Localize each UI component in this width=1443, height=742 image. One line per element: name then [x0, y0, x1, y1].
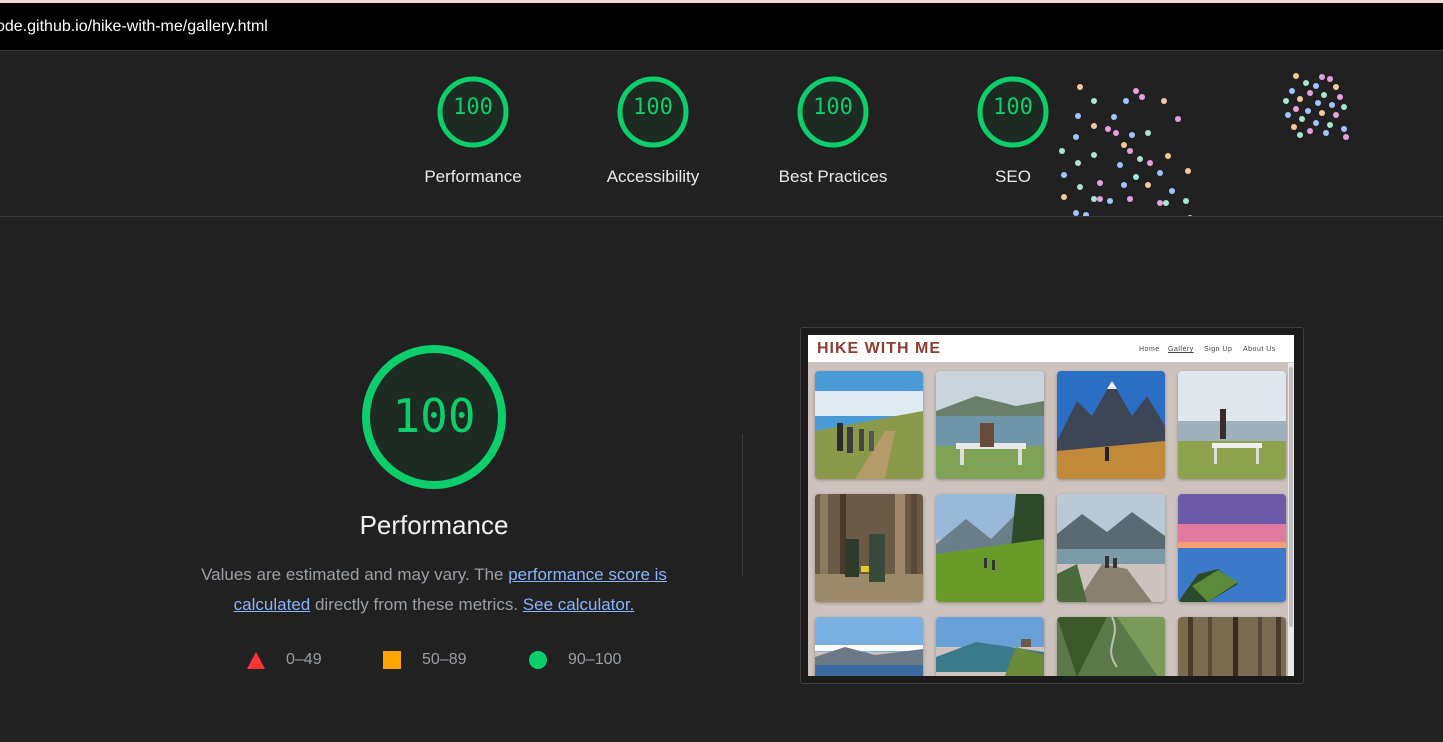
final-screenshot[interactable]: HIKE WITH ME Home Gallery Sign Up About … — [800, 327, 1304, 684]
legend-fail: 0–49 — [246, 648, 346, 672]
main-gauge-title: Performance — [359, 510, 509, 540]
gallery-photo — [1178, 371, 1286, 479]
gallery-photo — [936, 494, 1044, 602]
confetti-burst-left — [1059, 84, 1193, 216]
description-text: directly from these metrics. — [310, 595, 523, 614]
site-nav-home: Home — [1139, 346, 1160, 353]
section-divider — [742, 434, 743, 576]
address-bar[interactable]: ode.github.io/hike-with-me/gallery.html — [0, 3, 1443, 51]
gallery-photo — [1178, 617, 1286, 676]
site-nav-gallery: Gallery — [1168, 346, 1194, 353]
legend-range: 50–89 — [422, 651, 467, 668]
metrics-description: Values are estimated and may vary. The p… — [164, 560, 704, 620]
gallery-photo — [815, 617, 923, 676]
site-nav-about: About Us — [1243, 346, 1276, 353]
gallery-photo — [936, 371, 1044, 479]
screenshot-scrollbar — [1288, 363, 1294, 676]
gallery-photo — [1057, 371, 1165, 479]
site-header: HIKE WITH ME Home Gallery Sign Up About … — [808, 335, 1294, 363]
legend-pass: 90–100 — [528, 648, 648, 672]
scrollbar-thumb — [1289, 367, 1293, 627]
confetti-decoration — [1059, 73, 1349, 216]
main-performance-gauge: 100 — [334, 343, 534, 493]
gallery-photo — [815, 371, 923, 479]
category-scores-row: 100 Performance 100 Accessibility 100 Be… — [0, 51, 1443, 217]
gallery-photo — [1057, 494, 1165, 602]
see-calculator-link[interactable]: See calculator. — [523, 595, 635, 614]
gallery-photo — [1057, 617, 1165, 676]
legend-range: 0–49 — [286, 651, 322, 668]
description-text: Values are estimated and may vary. The — [201, 565, 509, 584]
main-gauge-score: 100 — [392, 389, 476, 443]
site-nav-signup: Sign Up — [1204, 346, 1233, 353]
address-bar-url[interactable]: ode.github.io/hike-with-me/gallery.html — [0, 18, 268, 36]
gallery-photo — [936, 617, 1044, 676]
gallery-photo — [1178, 494, 1286, 602]
site-title: HIKE WITH ME — [817, 340, 941, 357]
confetti-burst-right — [1283, 73, 1349, 140]
legend-range: 90–100 — [568, 651, 622, 668]
gallery-photo — [815, 494, 923, 602]
legend-average: 50–89 — [382, 648, 492, 672]
triangle-icon — [247, 652, 265, 669]
screenshot-page: HIKE WITH ME Home Gallery Sign Up About … — [808, 335, 1294, 676]
circle-icon — [529, 651, 547, 669]
square-icon — [383, 651, 401, 669]
